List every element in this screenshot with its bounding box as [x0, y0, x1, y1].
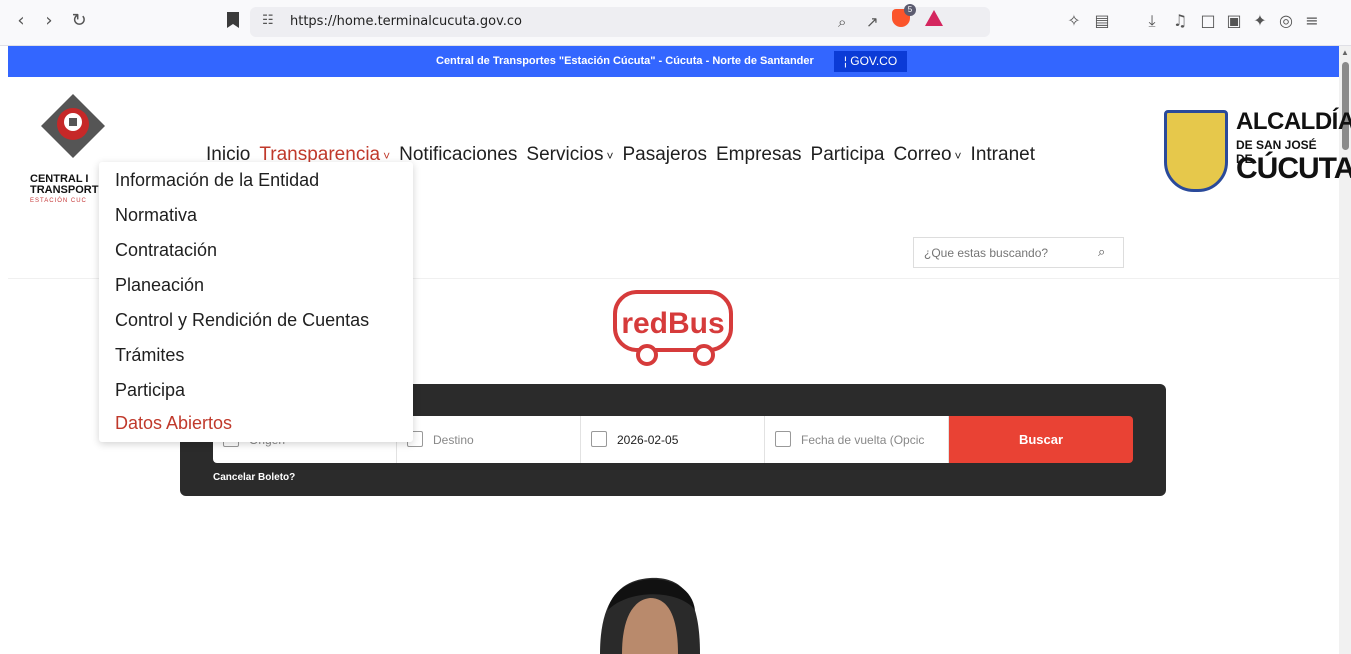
transparencia-dropdown: Información de la Entidad Normativa Contra… — [99, 162, 413, 442]
destination-field[interactable]: Destino — [397, 416, 581, 463]
leo-ai-icon[interactable]: ✦ — [1248, 8, 1272, 34]
reload-icon[interactable]: ↻ — [66, 8, 92, 34]
media-icon[interactable]: ♫ — [1168, 8, 1192, 34]
vpn-icon[interactable]: ◎ — [1274, 8, 1298, 34]
dropdown-item[interactable]: Trámites — [115, 345, 184, 366]
date-field[interactable]: 2026-02-05 — [581, 416, 765, 463]
terminal-logo-text: CENTRAL I TRANSPORT — [30, 173, 99, 196]
zoom-icon[interactable]: ⌕ — [838, 13, 846, 31]
reader-icon[interactable]: ▤ — [1090, 8, 1114, 34]
extensions-icon[interactable]: ✧ — [1062, 8, 1086, 34]
brave-rewards-icon[interactable] — [925, 10, 943, 26]
chevron-down-icon: ˅ — [606, 149, 614, 163]
download-icon[interactable]: ⤓ — [1140, 8, 1164, 34]
nav-item-participa[interactable]: Participa — [811, 144, 885, 168]
gov-bar: Central de Transportes "Estación Cúcuta"… — [8, 46, 1339, 77]
calendar-icon — [775, 431, 791, 447]
browser-toolbar: ‹ › ↻ ☷ https://home.terminalcucuta.gov.… — [0, 0, 1351, 46]
destination-placeholder: Destino — [433, 433, 474, 447]
cancel-ticket-link[interactable]: Cancelar Boleto? — [213, 472, 295, 483]
nav-item-pasajeros[interactable]: Pasajeros — [623, 144, 708, 168]
shields-count-badge: 5 — [904, 4, 916, 16]
gov-bar-text: Central de Transportes "Estación Cúcuta"… — [436, 55, 814, 67]
back-icon[interactable]: ‹ — [8, 8, 34, 34]
forward-icon[interactable]: › — [36, 8, 62, 34]
dropdown-item[interactable]: Datos Abiertos — [115, 413, 232, 434]
scroll-up-icon[interactable]: ▲ — [1341, 48, 1349, 57]
share-icon[interactable]: ↗ — [866, 13, 879, 31]
return-date-placeholder: Fecha de vuelta (Opcic — [801, 433, 925, 447]
nav-item-label: Pasajeros — [622, 144, 708, 165]
dropdown-item[interactable]: Contratación — [115, 240, 217, 261]
alcaldia-title: ALCALDÍA — [1236, 108, 1351, 135]
nav-item-label: Participa — [810, 144, 885, 165]
nav-item-label: Notificaciones — [399, 144, 518, 165]
cucuta-shield-icon — [1164, 110, 1228, 192]
calendar-icon — [591, 431, 607, 447]
nav-item-label: Empresas — [716, 144, 802, 165]
nav-item-empresas[interactable]: Empresas — [716, 144, 802, 168]
menu-icon[interactable]: ≡ — [1300, 8, 1324, 34]
terminal-logo-icon — [41, 94, 105, 158]
search-icon[interactable]: ⌕ — [1098, 245, 1105, 260]
dropdown-item[interactable]: Participa — [115, 380, 185, 401]
return-date-field[interactable]: Fecha de vuelta (Opcic — [765, 416, 949, 463]
person-photo — [600, 577, 700, 654]
dropdown-item[interactable]: Información de la Entidad — [115, 170, 319, 191]
terminal-logo-sub: ESTACIÓN CUC — [30, 198, 87, 204]
alcaldia-city: CÚCUTA — [1236, 152, 1351, 185]
site-search[interactable]: ⌕ — [913, 237, 1124, 268]
chevron-down-icon: ˅ — [954, 149, 962, 163]
dropdown-item[interactable]: Control y Rendición de Cuentas — [115, 310, 369, 331]
bookmark-icon[interactable] — [227, 12, 239, 28]
sidebar-icon[interactable]: □ — [1196, 8, 1220, 34]
buscar-button[interactable]: Buscar — [949, 416, 1133, 463]
gov-co-link[interactable]: ¦ GOV.CO — [834, 51, 907, 72]
date-value: 2026-02-05 — [617, 433, 679, 447]
url-text[interactable]: https://home.terminalcucuta.gov.co — [290, 14, 522, 29]
address-bar[interactable]: ☷ https://home.terminalcucuta.gov.co ⌕ ↗ — [250, 7, 990, 37]
nav-item-label: Intranet — [970, 144, 1035, 165]
scrollbar-thumb[interactable] — [1342, 62, 1349, 150]
dropdown-item[interactable]: Normativa — [115, 205, 197, 226]
site-info-icon[interactable]: ☷ — [262, 13, 274, 28]
redbus-logo-text: redBus — [621, 307, 724, 340]
nav-item-servicios[interactable]: Servicios ˅ — [526, 144, 613, 168]
nav-item-notificaciones[interactable]: Notificaciones — [399, 144, 517, 168]
alcaldia-logo[interactable]: ALCALDÍA DE SAN JOSÉ DE CÚCUTA — [1164, 106, 1351, 194]
dropdown-item[interactable]: Planeación — [115, 275, 204, 296]
nav-item-label: Correo — [893, 144, 952, 165]
nav-item-intranet[interactable]: Intranet — [971, 144, 1035, 168]
search-input[interactable] — [924, 246, 1084, 260]
nav-item-label: Servicios — [526, 144, 604, 165]
chevron-down-icon: ˅ — [383, 149, 391, 163]
wallet-icon[interactable]: ▣ — [1222, 8, 1246, 34]
nav-item-correo[interactable]: Correo ˅ — [893, 144, 961, 168]
redbus-logo[interactable]: redBus — [612, 289, 734, 371]
